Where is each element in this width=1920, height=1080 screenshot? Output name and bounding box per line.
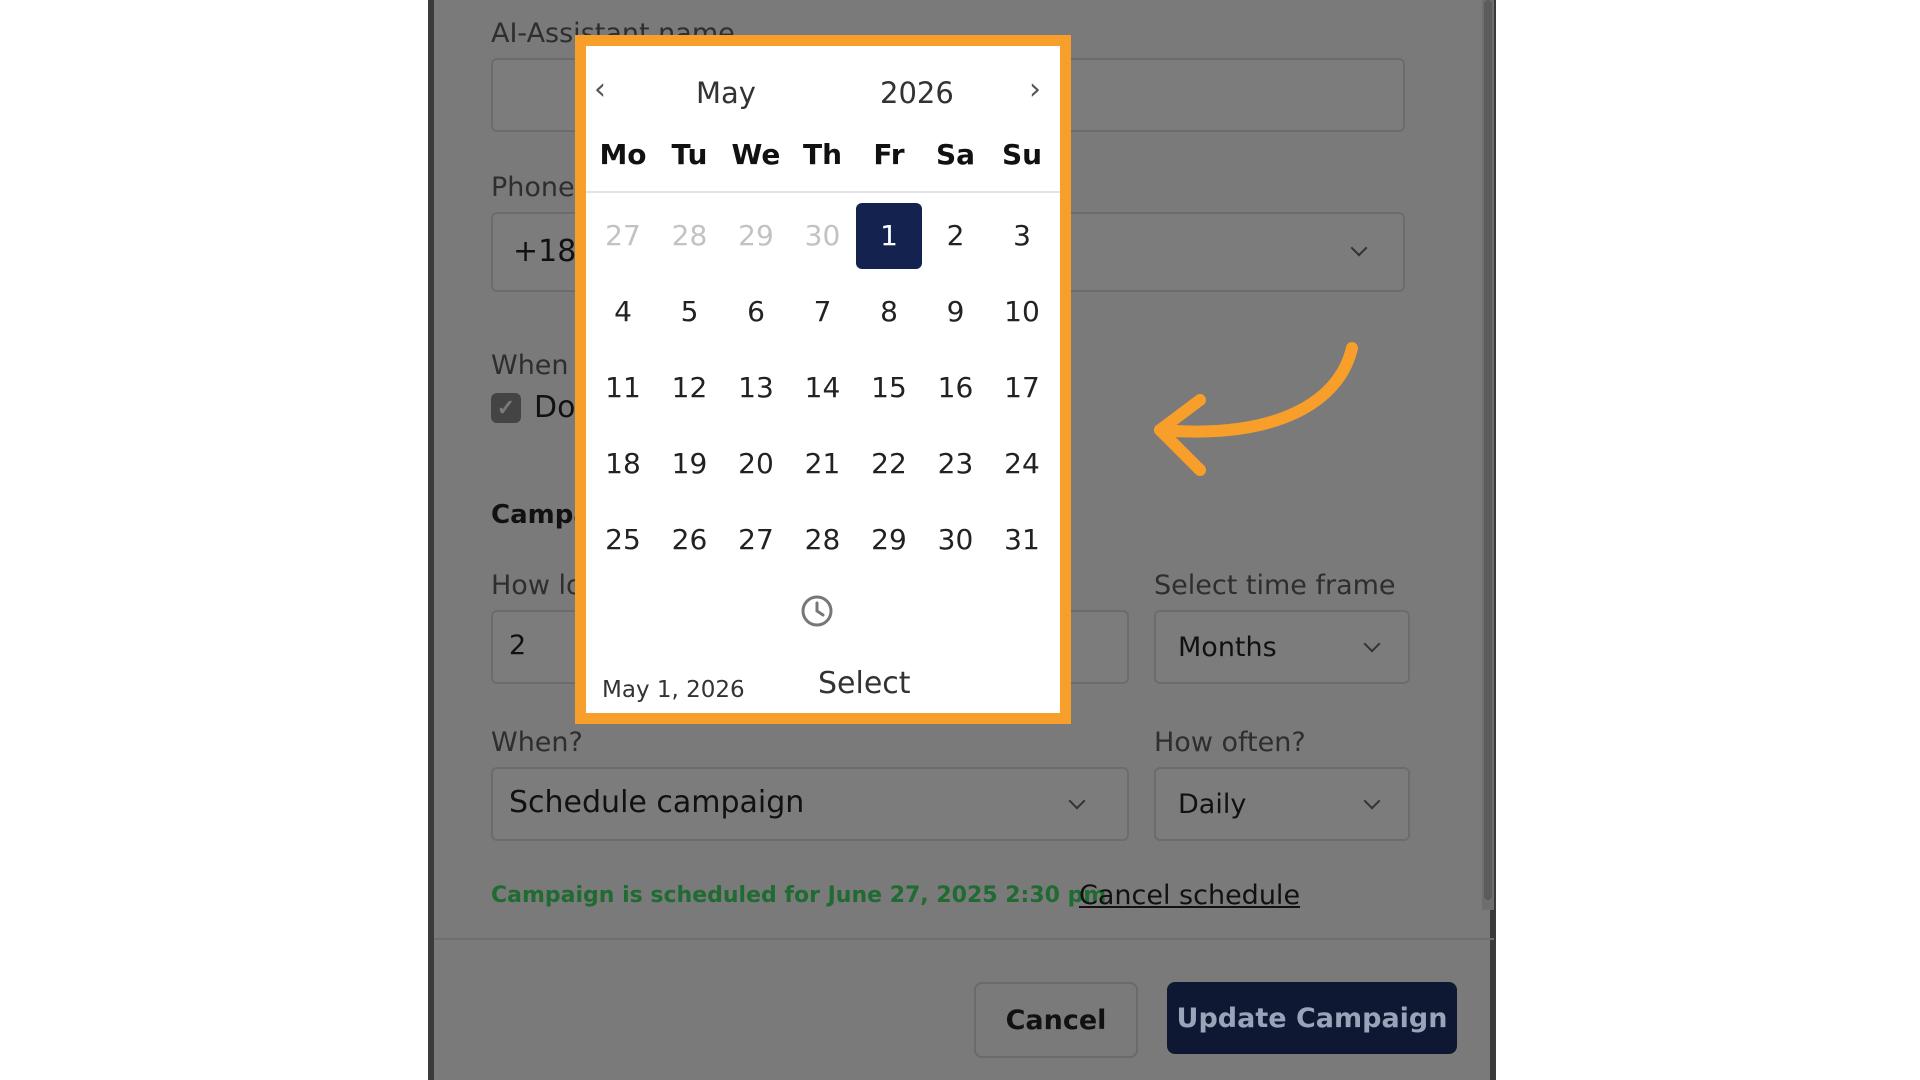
clock-icon[interactable] <box>800 594 834 628</box>
calendar-day[interactable]: 4 <box>590 279 656 345</box>
chevron-down-icon <box>1363 792 1381 810</box>
weekday-header: Mo Tu We Th Fr Sa Su <box>586 138 1060 178</box>
selected-date-text: May 1, 2026 <box>602 677 745 703</box>
calendar-day[interactable]: 27 <box>590 203 656 269</box>
calendar-day[interactable]: 31 <box>989 507 1055 573</box>
calendar-year[interactable]: 2026 <box>880 76 954 110</box>
calendar-day[interactable]: 29 <box>856 507 922 573</box>
calendar-day[interactable]: 16 <box>923 355 989 421</box>
calendar-day[interactable]: 15 <box>856 355 922 421</box>
calendar-day[interactable]: 30 <box>790 203 856 269</box>
weekday-label: Th <box>802 138 843 171</box>
calendar-day[interactable]: 17 <box>989 355 1055 421</box>
timeframe-label: Select time frame <box>1154 570 1396 601</box>
weekday-label: Tu <box>671 138 708 171</box>
select-button[interactable]: Select <box>818 666 911 701</box>
calendar-day[interactable]: 26 <box>657 507 723 573</box>
calendar-day[interactable]: 19 <box>657 431 723 497</box>
cancel-button[interactable]: Cancel <box>974 982 1138 1058</box>
calendar-day[interactable]: 2 <box>923 203 989 269</box>
prev-month-icon[interactable]: ‹ <box>594 72 606 107</box>
how-often-label: How often? <box>1154 727 1306 758</box>
calendar-day-selected[interactable]: 1 <box>856 203 922 269</box>
calendar-day[interactable]: 9 <box>923 279 989 345</box>
timeframe-value: Months <box>1178 632 1277 663</box>
calendar-day[interactable]: 14 <box>790 355 856 421</box>
next-month-icon[interactable]: › <box>1029 72 1041 107</box>
schedule-status: Campaign is scheduled for June 27, 2025 … <box>491 883 1107 908</box>
calendar-day[interactable]: 23 <box>923 431 989 497</box>
checkbox-label: Do <box>534 390 576 425</box>
calendar-day[interactable]: 28 <box>790 507 856 573</box>
calendar-day[interactable]: 21 <box>790 431 856 497</box>
weekday-label: Sa <box>935 138 976 171</box>
when-value: Schedule campaign <box>509 785 805 820</box>
chevron-down-icon <box>1363 635 1381 653</box>
calendar-day[interactable]: 20 <box>723 431 789 497</box>
calendar-day[interactable]: 11 <box>590 355 656 421</box>
phone-label: Phone <box>491 172 575 203</box>
how-long-value: 2 <box>509 630 527 661</box>
calendar-day[interactable]: 29 <box>723 203 789 269</box>
how-long-label: How lo <box>491 570 583 601</box>
do-checkbox[interactable]: ✓ <box>491 393 521 423</box>
footer-divider <box>434 938 1494 940</box>
calendar-day[interactable]: 27 <box>723 507 789 573</box>
calendar-day[interactable]: 22 <box>856 431 922 497</box>
chevron-down-icon <box>1350 239 1368 257</box>
cancel-schedule-link[interactable]: Cancel schedule <box>1079 880 1300 911</box>
calendar-day[interactable]: 3 <box>989 203 1055 269</box>
calendar-day[interactable]: 12 <box>657 355 723 421</box>
weekday-label: Su <box>1001 138 1043 171</box>
scrollbar-thumb[interactable] <box>1484 0 1492 900</box>
weekday-label: Mo <box>599 138 647 171</box>
calendar-month[interactable]: May <box>696 76 756 110</box>
weekday-label: We <box>731 138 781 171</box>
calendar-day[interactable]: 8 <box>856 279 922 345</box>
calendar-divider <box>586 191 1060 193</box>
update-campaign-button[interactable]: Update Campaign <box>1167 982 1457 1054</box>
how-often-select[interactable]: Daily <box>1154 767 1410 841</box>
chevron-down-icon <box>1068 792 1086 810</box>
calendar-day[interactable]: 25 <box>590 507 656 573</box>
check-icon: ✓ <box>496 395 516 420</box>
weekday-label: Fr <box>873 138 905 171</box>
calendar-day[interactable]: 24 <box>989 431 1055 497</box>
calendar-day[interactable]: 7 <box>790 279 856 345</box>
calendar-day[interactable]: 18 <box>590 431 656 497</box>
calendar-day[interactable]: 28 <box>657 203 723 269</box>
calendar-day[interactable]: 6 <box>723 279 789 345</box>
scrollbar[interactable] <box>1482 0 1494 910</box>
calendar-day[interactable]: 13 <box>723 355 789 421</box>
when-select[interactable]: Schedule campaign <box>491 767 1129 841</box>
how-often-value: Daily <box>1178 789 1247 820</box>
when-label: When? <box>491 727 583 758</box>
date-picker-popup: ‹ May 2026 › Mo Tu We Th Fr Sa Su 27 28 29 30 1 2 3 4… <box>575 35 1071 724</box>
calendar-day[interactable]: 5 <box>657 279 723 345</box>
calendar-day[interactable]: 10 <box>989 279 1055 345</box>
timeframe-select[interactable]: Months <box>1154 610 1410 684</box>
annotation-arrow-icon <box>1154 342 1358 476</box>
calendar-day[interactable]: 30 <box>923 507 989 573</box>
